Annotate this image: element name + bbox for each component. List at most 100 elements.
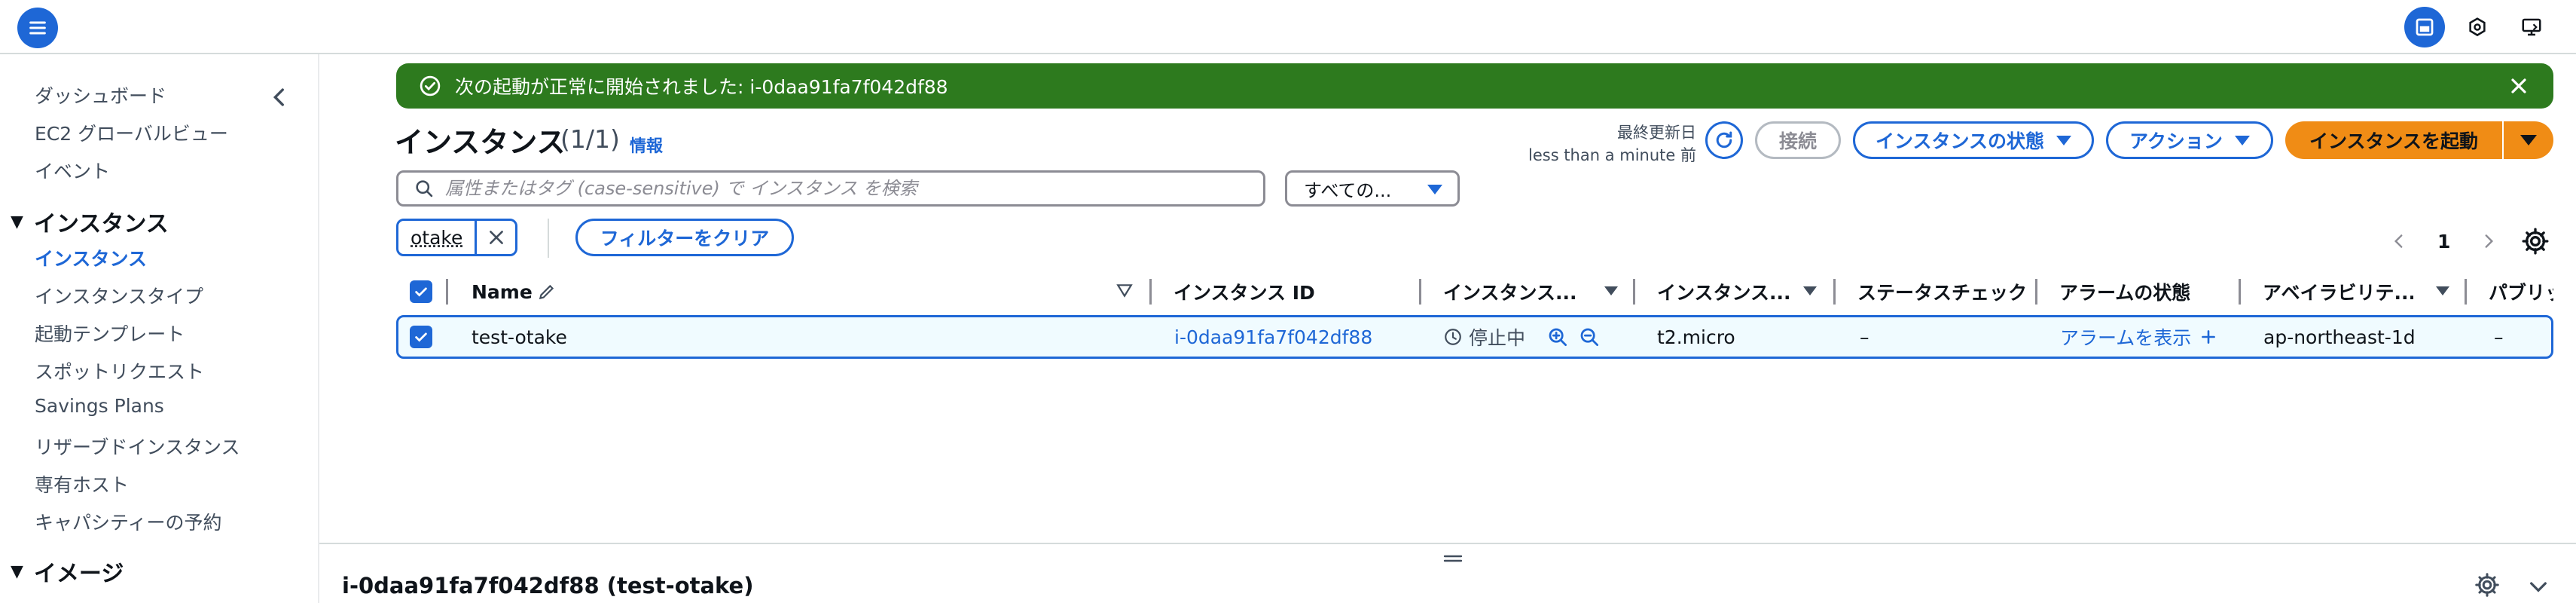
last-updated-label: 最終更新日 <box>1617 124 1696 142</box>
column-header-alarm-state[interactable]: アラームの状態 <box>2059 273 2240 311</box>
sidebar-item-launch-templates[interactable]: 起動テンプレート <box>35 320 185 347</box>
gear-icon[interactable] <box>2474 571 2501 598</box>
success-flash-banner: 次の起動が正常に開始されました: i-0daa91fa7f042df88 <box>396 63 2553 109</box>
remove-filter-button[interactable] <box>475 221 515 254</box>
sidebar: ダッシュボード EC2 グローバルビュー イベント ▼ インスタンス インスタン… <box>0 54 319 603</box>
column-separator <box>1833 279 1836 305</box>
search-icon <box>416 180 433 197</box>
sidebar-item-instances[interactable]: インスタンス <box>35 244 147 271</box>
sort-down-icon[interactable] <box>1803 286 1817 295</box>
cell-status-check: – <box>1860 326 1869 348</box>
select-all-checkbox[interactable] <box>410 280 432 303</box>
view-alarms-link[interactable]: アラームを表示 <box>2060 317 2218 357</box>
clock-icon <box>1445 329 1461 345</box>
actions-label: アクション <box>2129 130 2223 152</box>
filter-token-label[interactable]: otake <box>398 221 475 254</box>
sort-down-icon[interactable] <box>1604 286 1618 295</box>
gear-icon[interactable] <box>2520 226 2550 256</box>
caret-down-icon <box>2234 135 2250 145</box>
row-checkbox[interactable] <box>410 326 432 348</box>
zoom-in-icon[interactable] <box>1546 326 1569 348</box>
chevron-left-icon[interactable] <box>267 84 292 110</box>
column-header-status-check[interactable]: ステータスチェック <box>1857 273 2028 311</box>
search-field <box>396 170 1265 207</box>
column-header-label: アラームの状態 <box>2059 282 2191 304</box>
monitor-help-icon[interactable] <box>2510 5 2553 49</box>
column-header-availability-zone[interactable]: アベイラビリテ... <box>2263 273 2413 311</box>
table-row[interactable]: test-otake i-0daa91fa7f042df88 停止中 t2.mi… <box>396 315 2553 359</box>
info-link[interactable]: 情報 <box>630 133 663 157</box>
hexagon-settings-icon[interactable] <box>2455 5 2499 49</box>
sidebar-item-savings-plans[interactable]: Savings Plans <box>35 395 164 417</box>
caret-down-icon <box>2520 135 2537 145</box>
cell-availability-zone: ap-northeast-1d <box>2263 326 2416 348</box>
sidebar-section-instances[interactable]: ▼ インスタンス <box>11 205 169 238</box>
sidebar-item-spot-requests[interactable]: スポットリクエスト <box>35 357 204 384</box>
plus-icon[interactable] <box>2199 327 2218 347</box>
cell-instance-type: t2.micro <box>1657 326 1735 348</box>
column-header-label: インスタンス... <box>1443 282 1577 304</box>
cell-name: test-otake <box>472 326 567 348</box>
sidebar-item-events[interactable]: イベント <box>35 157 110 184</box>
column-header-label: インスタンス... <box>1657 282 1791 304</box>
column-separator <box>2035 279 2037 305</box>
drag-handle-icon[interactable] <box>1442 550 1464 567</box>
menu-icon[interactable] <box>17 8 58 48</box>
launch-instance-button[interactable]: インスタンスを起動 <box>2285 121 2504 159</box>
sidebar-section-label: インスタンス <box>33 211 169 237</box>
column-header-label: ステータスチェック <box>1857 282 2028 304</box>
pagination: 1 <box>2388 226 2500 256</box>
launch-options-dropdown[interactable] <box>2504 121 2553 159</box>
filter-token: otake <box>396 219 518 256</box>
flash-message: 次の起動が正常に開始されました: i-0daa91fa7f042df88 <box>455 76 948 98</box>
check-circle-icon <box>420 75 441 96</box>
connect-label: 接続 <box>1778 130 1817 152</box>
caret-down-icon: ▼ <box>11 562 23 581</box>
chevron-left-icon[interactable] <box>2388 230 2410 253</box>
column-separator <box>2465 279 2467 305</box>
sidebar-section-images[interactable]: ▼ イメージ <box>11 555 124 588</box>
view-alarms-label: アラームを表示 <box>2060 327 2192 349</box>
top-navigation-bar <box>0 0 2576 54</box>
chevron-down-icon[interactable] <box>2526 574 2550 598</box>
chevron-right-icon[interactable] <box>2477 230 2500 253</box>
split-panel-title: i-0daa91fa7f042df88 (test-otake) <box>342 573 754 598</box>
refresh-button[interactable] <box>1705 121 1743 159</box>
column-header-label: Name <box>472 280 533 303</box>
sidebar-item-reserved-instances[interactable]: リザーブドインスタンス <box>35 433 240 460</box>
column-header-label: アベイラビリテ... <box>2263 282 2413 304</box>
sidebar-item-dashboard[interactable]: ダッシュボード <box>35 81 166 109</box>
search-scope-value: すべての... <box>1304 179 1392 201</box>
split-panel-toggle-icon[interactable] <box>2404 7 2445 47</box>
search-input[interactable] <box>445 178 1244 199</box>
instance-state-dropdown[interactable]: インスタンスの状態 <box>1853 121 2094 159</box>
column-separator <box>1633 279 1635 305</box>
sidebar-item-capacity-reservations[interactable]: キャパシティーの予約 <box>35 508 222 535</box>
sidebar-item-dedicated-hosts[interactable]: 専有ホスト <box>35 470 129 497</box>
sidebar-item-instance-types[interactable]: インスタンスタイプ <box>35 282 203 309</box>
split-panel: i-0daa91fa7f042df88 (test-otake) <box>319 543 2576 603</box>
clear-filters-button[interactable]: フィルターをクリア <box>575 219 794 256</box>
sidebar-item-global-view[interactable]: EC2 グローバルビュー <box>35 119 228 146</box>
zoom-out-icon[interactable] <box>1578 326 1601 348</box>
connect-button[interactable]: 接続 <box>1755 121 1841 159</box>
actions-dropdown[interactable]: アクション <box>2106 121 2273 159</box>
column-separator <box>1149 279 1152 305</box>
cell-instance-id[interactable]: i-0daa91fa7f042df88 <box>1174 317 1372 357</box>
search-scope-select[interactable]: すべての... <box>1285 170 1460 207</box>
sort-down-icon[interactable] <box>1116 283 1133 298</box>
table-header: Name インスタンス ID インスタンス... インスタンス... ステータス… <box>396 273 2553 311</box>
column-header-label: インスタンス ID <box>1174 282 1315 304</box>
column-header-instance-id[interactable]: インスタンス ID <box>1174 273 1399 311</box>
column-header-name[interactable]: Name <box>472 273 557 311</box>
column-separator <box>446 279 448 305</box>
close-icon[interactable] <box>2507 74 2531 98</box>
close-icon <box>490 231 503 244</box>
column-header-public-ip[interactable]: パブリッ <box>2489 273 2553 311</box>
sidebar-section-label: イメージ <box>33 561 124 587</box>
page-number[interactable]: 1 <box>2437 231 2450 253</box>
column-header-instance-state[interactable]: インスタンス... <box>1443 273 1591 311</box>
sort-down-icon[interactable] <box>2436 286 2449 295</box>
column-header-instance-type[interactable]: インスタンス... <box>1657 273 1805 311</box>
cell-public-ip: – <box>2494 326 2504 348</box>
